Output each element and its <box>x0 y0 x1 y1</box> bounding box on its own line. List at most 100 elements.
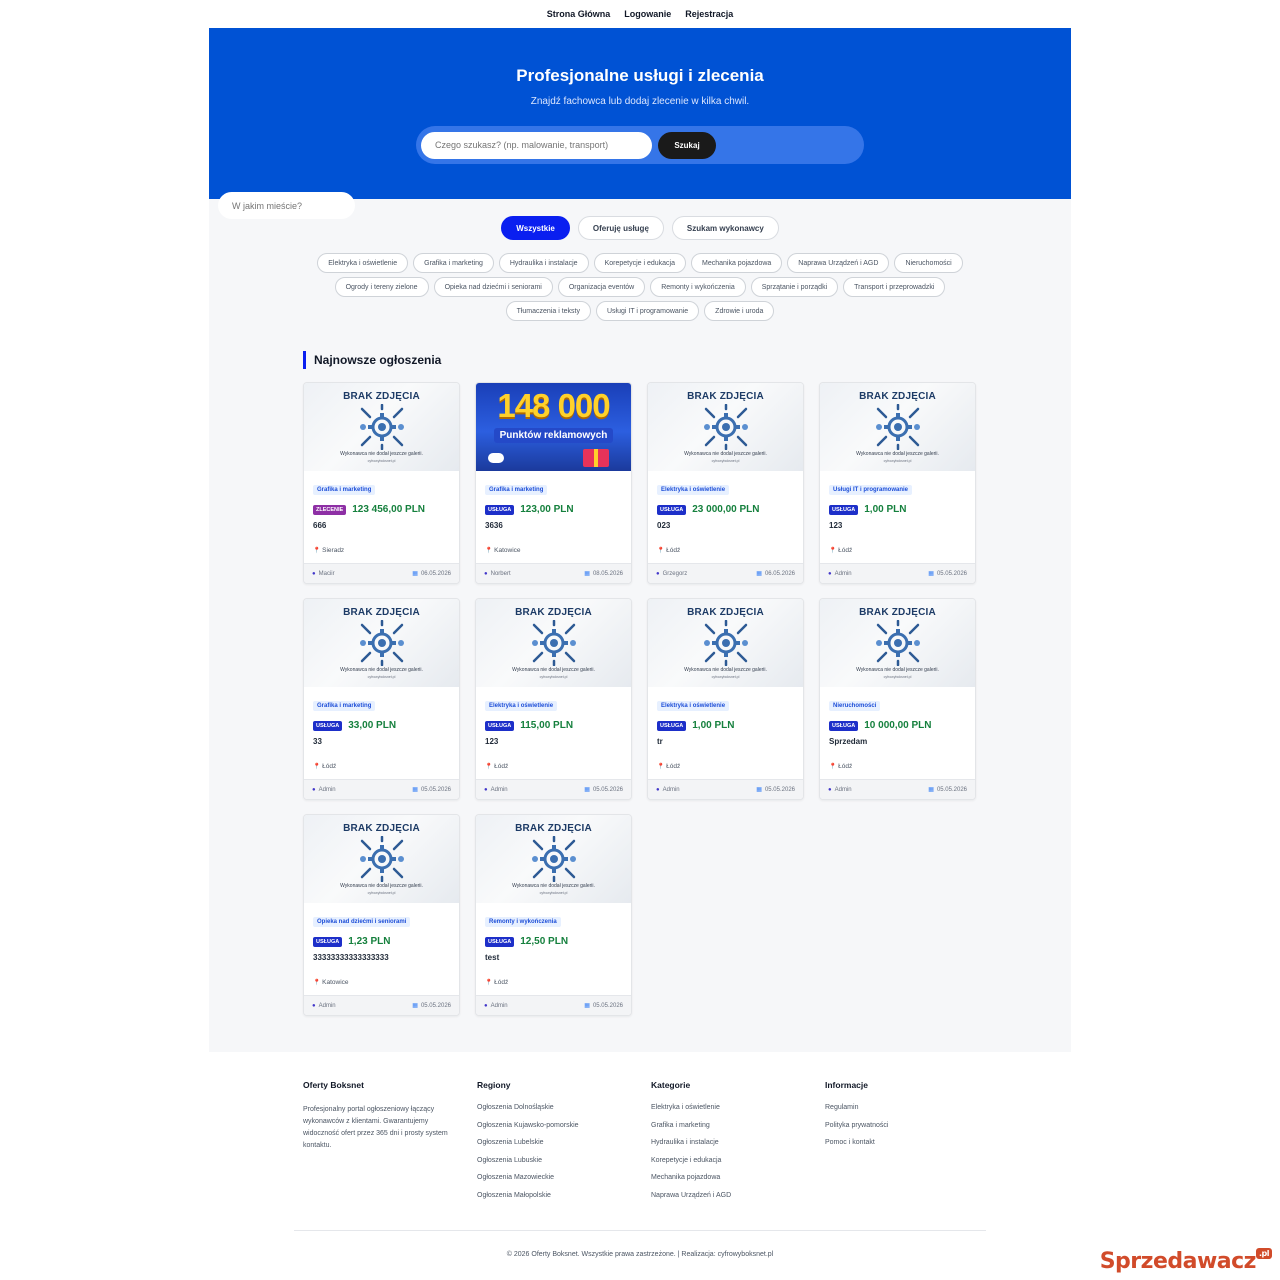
date-text: 05.05.2026 <box>936 571 967 577</box>
footer-category-link[interactable]: Naprawa Urządzeń i AGD <box>651 1192 825 1210</box>
footer-info: Informacje Regulamin Polityka prywatności… <box>825 1080 993 1209</box>
search-bar: Szukaj <box>218 126 864 219</box>
category-badge: Grafika i marketing <box>313 485 376 495</box>
category-chip[interactable]: Tłumaczenia i teksty <box>505 301 591 321</box>
category-chip[interactable]: Remonty i wykończenia <box>650 277 746 297</box>
category-chip[interactable]: Usługi IT i programowanie <box>595 301 700 321</box>
category-chip[interactable]: Organizacja eventów <box>557 277 646 297</box>
listing-location: 📍 Sieradz <box>313 547 344 554</box>
tab-seek-contractor[interactable]: Szukam wykonawcy <box>671 216 779 240</box>
tools-gear-icon <box>359 404 404 450</box>
tab-all[interactable]: Wszystkie <box>501 216 570 240</box>
footer-region-link[interactable]: Ogłoszenia Lubelskie <box>477 1139 651 1157</box>
footer-region-link[interactable]: Ogłoszenia Małopolskie <box>477 1192 651 1210</box>
location-text: Łódź <box>838 547 853 554</box>
user-icon: ● <box>828 786 832 793</box>
footer-category-link[interactable]: Elektryka i oświetlenie <box>651 1104 825 1122</box>
location-text: Łódź <box>666 547 681 554</box>
listing-date: ▦ 05.05.2026 <box>584 786 623 793</box>
footer-about: Oferty Boksnet Profesjonalny portal ogło… <box>303 1080 477 1209</box>
footer-info-link[interactable]: Polityka prywatności <box>825 1122 993 1140</box>
category-chip[interactable]: Transport i przeprowadzki <box>843 277 946 297</box>
user-icon: ● <box>656 786 660 793</box>
footer-category-link[interactable]: Grafika i marketing <box>651 1122 825 1140</box>
footer-region-link[interactable]: Ogłoszenia Kujawsko-pomorskie <box>477 1122 651 1140</box>
placeholder-text: Wykonawca nie dodał jeszcze galerii. <box>512 883 595 889</box>
tab-offer-service[interactable]: Oferuję usługę <box>577 216 664 240</box>
category-chip[interactable]: Mechanika pojazdowa <box>691 253 783 273</box>
date-text: 05.05.2026 <box>420 787 451 793</box>
footer-region-link[interactable]: Ogłoszenia Dolnośląskie <box>477 1104 651 1122</box>
listing-card[interactable]: BRAK ZDJĘCIA Wykonawca nie dodał jeszcze… <box>303 382 460 584</box>
listing-location: 📍 Łódź <box>485 763 508 770</box>
footer-category-link[interactable]: Hydraulika i instalacje <box>651 1139 825 1157</box>
listing-user: ● Admin <box>656 787 680 793</box>
footer-category-link[interactable]: Mechanika pojazdowa <box>651 1174 825 1192</box>
no-photo-placeholder: BRAK ZDJĘCIA Wykonawca nie dodał jeszcze… <box>304 815 459 903</box>
listing-footer: ● Maciir ▦ 06.05.2026 <box>304 563 459 583</box>
footer-region-link[interactable]: Ogłoszenia Lubuskie <box>477 1157 651 1175</box>
placeholder-heading: BRAK ZDJĘCIA <box>515 607 592 618</box>
category-chip[interactable]: Naprawa Urządzeń i AGD <box>787 253 890 273</box>
listing-card[interactable]: BRAK ZDJĘCIA Wykonawca nie dodał jeszcze… <box>819 598 976 800</box>
calendar-icon: ▦ <box>584 571 590 577</box>
listing-card[interactable]: 148 000 Punktów reklamowych Grafika i mark… <box>475 382 632 584</box>
listing-card[interactable]: BRAK ZDJĘCIA Wykonawca nie dodał jeszcze… <box>475 598 632 800</box>
nav-register-link[interactable]: Rejestracja <box>685 9 733 19</box>
listing-location: 📍 Łódź <box>657 763 680 770</box>
listing-title: tr <box>657 737 663 746</box>
placeholder-text: Wykonawca nie dodał jeszcze galerii. <box>856 451 939 457</box>
location-text: Łódź <box>322 763 337 770</box>
search-button[interactable]: Szukaj <box>658 131 716 159</box>
hero-title: Profesjonalne usługi i zlecenia <box>516 66 764 85</box>
category-chip[interactable]: Korepetycje i edukacja <box>593 253 687 273</box>
location-input[interactable] <box>218 192 355 219</box>
footer-info-link[interactable]: Pomoc i kontakt <box>825 1139 993 1157</box>
location-pin-icon: 📍 <box>829 548 839 554</box>
listing-card[interactable]: BRAK ZDJĘCIA Wykonawca nie dodał jeszcze… <box>647 598 804 800</box>
listing-user: ● Admin <box>312 787 336 793</box>
nav-home-link[interactable]: Strona Główna <box>547 9 611 19</box>
listing-footer: ● Admin ▦ 05.05.2026 <box>304 779 459 799</box>
category-chip[interactable]: Opieka nad dziećmi i seniorami <box>433 277 553 297</box>
listing-price: 1,00 PLN <box>864 504 907 515</box>
listing-card[interactable]: BRAK ZDJĘCIA Wykonawca nie dodał jeszcze… <box>303 814 460 1016</box>
watermark-tld: .pl <box>1255 1248 1272 1259</box>
calendar-icon: ▦ <box>584 787 590 793</box>
footer-category-link[interactable]: Korepetycje i edukacja <box>651 1157 825 1175</box>
listing-date: ▦ 06.05.2026 <box>412 570 451 577</box>
tools-gear-icon <box>531 620 576 666</box>
category-chip[interactable]: Sprzątanie i porządki <box>750 277 839 297</box>
listing-card[interactable]: BRAK ZDJĘCIA Wykonawca nie dodał jeszcze… <box>819 382 976 584</box>
category-badge: Nieruchomości <box>829 701 881 711</box>
date-text: 08.05.2026 <box>592 571 623 577</box>
location-pin-icon: 📍 <box>829 764 839 770</box>
placeholder-watermark: cyfrowyboksnet.pl <box>883 675 912 679</box>
category-chip[interactable]: Hydraulika i instalacje <box>498 253 589 273</box>
search-input[interactable] <box>421 131 652 159</box>
footer-region-link[interactable]: Ogłoszenia Mazowieckie <box>477 1174 651 1192</box>
footer-info-link[interactable]: Regulamin <box>825 1104 993 1122</box>
price-line: USŁUGA 115,00 PLN <box>485 720 622 731</box>
nav-login-link[interactable]: Logowanie <box>624 9 671 19</box>
category-chip[interactable]: Grafika i marketing <box>413 253 494 273</box>
category-chip[interactable]: Elektryka i oświetlenie <box>317 253 409 273</box>
placeholder-heading: BRAK ZDJĘCIA <box>687 391 764 402</box>
listing-body: Elektryka i oświetlenie USŁUGA 23 000,00 P… <box>648 471 803 530</box>
category-chip[interactable]: Zdrowie i uroda <box>704 301 775 321</box>
no-photo-placeholder: BRAK ZDJĘCIA Wykonawca nie dodał jeszcze… <box>476 815 631 903</box>
price-line: ZLECENIE 123 456,00 PLN <box>313 504 450 515</box>
category-chip[interactable]: Ogrody i tereny zielone <box>334 277 429 297</box>
listing-card[interactable]: BRAK ZDJĘCIA Wykonawca nie dodał jeszcze… <box>475 814 632 1016</box>
listing-location: 📍 Łódź <box>657 547 680 554</box>
date-text: 05.05.2026 <box>592 787 623 793</box>
calendar-icon: ▦ <box>412 787 418 793</box>
listing-body: Elektryka i oświetlenie USŁUGA 1,00 PLN tr <box>648 687 803 746</box>
listing-card[interactable]: BRAK ZDJĘCIA Wykonawca nie dodał jeszcze… <box>303 598 460 800</box>
listing-footer: ● Admin ▦ 05.05.2026 <box>820 779 975 799</box>
listing-card[interactable]: BRAK ZDJĘCIA Wykonawca nie dodał jeszcze… <box>647 382 804 584</box>
category-chip[interactable]: Nieruchomości <box>894 253 963 273</box>
listing-body: Nieruchomości USŁUGA 10 000,00 PLN Sprzedam <box>820 687 975 746</box>
listing-footer: ● Admin ▦ 05.05.2026 <box>820 563 975 583</box>
listing-price: 123 456,00 PLN <box>352 504 426 515</box>
